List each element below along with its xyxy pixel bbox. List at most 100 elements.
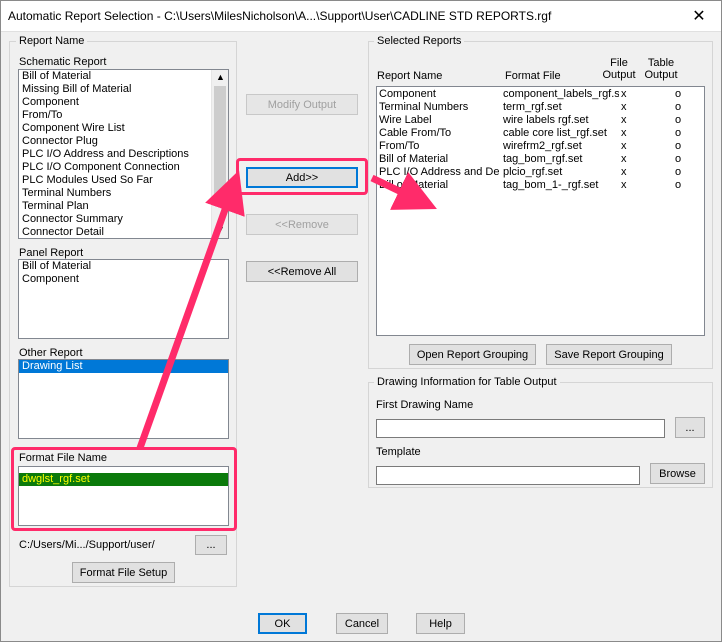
- panel-report-label: Panel Report: [19, 247, 84, 259]
- cell-file: cable core list_rgf.set: [503, 127, 607, 139]
- schematic-report-list[interactable]: Bill of Material Missing Bill of Material…: [18, 69, 229, 239]
- remove-button[interactable]: <<Remove: [246, 214, 358, 235]
- cell-to: o: [675, 140, 682, 152]
- selected-reports-group-label: Selected Reports: [374, 35, 465, 47]
- schematic-scrollbar[interactable]: ▲ ▼: [211, 70, 228, 238]
- cell-name: Bill of Material: [379, 153, 449, 165]
- header-table-output: Table Output: [640, 57, 682, 81]
- modify-output-button[interactable]: Modify Output: [246, 94, 358, 115]
- drawing-info-group-label: Drawing Information for Table Output: [374, 376, 560, 388]
- cell-fo: x: [621, 114, 627, 126]
- title-bar: Automatic Report Selection - C:\Users\Mi…: [0, 0, 722, 32]
- cell-fo: x: [621, 179, 627, 191]
- cell-name: From/To: [379, 140, 420, 152]
- ok-button[interactable]: OK: [258, 613, 307, 634]
- panel-report-list[interactable]: Bill of Material Component: [18, 259, 229, 339]
- list-item[interactable]: PLC Modules Used So Far: [19, 174, 211, 187]
- table-row[interactable]: Bill of Material tag_bom_1-_rgf.set x o: [377, 179, 704, 192]
- list-item[interactable]: Terminal Numbers: [19, 187, 211, 200]
- cell-fo: x: [621, 153, 627, 165]
- scroll-down-icon[interactable]: ▼: [216, 224, 225, 234]
- cell-to: o: [675, 114, 682, 126]
- other-report-items: Drawing List: [19, 360, 228, 373]
- list-item[interactable]: PLC I/O Component Connection: [19, 161, 211, 174]
- header-table-output-line1: Table: [647, 57, 675, 69]
- cell-fo: x: [621, 88, 627, 100]
- list-item[interactable]: Terminal Plan: [19, 200, 211, 213]
- first-drawing-label: First Drawing Name: [376, 399, 474, 411]
- scroll-up-icon[interactable]: ▲: [216, 72, 225, 82]
- open-report-grouping-button[interactable]: Open Report Grouping: [409, 344, 536, 365]
- remove-all-button[interactable]: <<Remove All: [246, 261, 358, 282]
- table-row[interactable]: Bill of Material tag_bom_rgf.set x o: [377, 153, 704, 166]
- other-report-list[interactable]: Drawing List: [18, 359, 229, 439]
- cell-to: o: [675, 88, 682, 100]
- window-title: Automatic Report Selection - C:\Users\Mi…: [8, 9, 552, 23]
- table-row[interactable]: Cable From/To cable core list_rgf.set x o: [377, 127, 704, 140]
- cell-name: Wire Label: [379, 114, 432, 126]
- table-row[interactable]: From/To wirefrm2_rgf.set x o: [377, 140, 704, 153]
- list-item[interactable]: Drawing List: [19, 360, 228, 373]
- selected-reports-list[interactable]: Component component_labels_rgf.s x o Termina…: [376, 86, 705, 336]
- cell-to: o: [675, 127, 682, 139]
- cell-file: wirefrm2_rgf.set: [503, 140, 582, 152]
- list-item[interactable]: PLC I/O Address and Descriptions: [19, 148, 211, 161]
- list-item[interactable]: Bill of Material: [19, 70, 211, 83]
- cell-fo: x: [621, 166, 627, 178]
- cell-name: Bill of Material: [379, 179, 449, 191]
- list-item[interactable]: Connector Plug: [19, 135, 211, 148]
- cell-file: wire labels rgf.set: [503, 114, 589, 126]
- header-table-output-line2: Output: [644, 69, 678, 81]
- cell-name: Cable From/To: [379, 127, 452, 139]
- cell-to: o: [675, 166, 682, 178]
- cell-to: o: [675, 179, 682, 191]
- cell-file: tag_bom_rgf.set: [503, 153, 583, 165]
- panel-report-items: Bill of Material Component: [19, 260, 228, 286]
- schematic-report-items: Bill of Material Missing Bill of Material…: [19, 70, 211, 238]
- cancel-button[interactable]: Cancel: [336, 613, 388, 634]
- list-item[interactable]: Component Wire List: [19, 122, 211, 135]
- table-row[interactable]: Wire Label wire labels rgf.set x o: [377, 114, 704, 127]
- table-row[interactable]: PLC I/O Address and De plcio_rgf.set x o: [377, 166, 704, 179]
- cell-name: Component: [379, 88, 436, 100]
- header-file-output: File Output: [600, 57, 638, 81]
- save-report-grouping-button[interactable]: Save Report Grouping: [546, 344, 672, 365]
- first-drawing-input[interactable]: [376, 419, 665, 438]
- list-item[interactable]: Bill of Material: [19, 260, 228, 273]
- list-item[interactable]: Component: [19, 96, 211, 109]
- cell-name: PLC I/O Address and De: [379, 166, 500, 178]
- template-input[interactable]: [376, 466, 640, 485]
- header-file-output-line2: Output: [602, 69, 636, 81]
- cell-to: o: [675, 101, 682, 113]
- list-item[interactable]: Missing Bill of Material: [19, 83, 211, 96]
- table-row[interactable]: Component component_labels_rgf.s x o: [377, 88, 704, 101]
- list-item[interactable]: Connector Detail: [19, 226, 211, 238]
- list-item[interactable]: From/To: [19, 109, 211, 122]
- annotation-format-box: [11, 447, 237, 531]
- selected-reports-rows: Component component_labels_rgf.s x o Termina…: [377, 88, 704, 192]
- scroll-thumb[interactable]: [214, 86, 226, 196]
- template-browse-button[interactable]: Browse: [650, 463, 705, 484]
- first-drawing-browse-button[interactable]: ...: [675, 417, 705, 438]
- schematic-report-label: Schematic Report: [19, 56, 107, 68]
- list-item[interactable]: Connector Summary: [19, 213, 211, 226]
- cell-fo: x: [621, 140, 627, 152]
- cell-file: plcio_rgf.set: [503, 166, 563, 178]
- cell-file: term_rgf.set: [503, 101, 562, 113]
- list-item[interactable]: Component: [19, 273, 228, 286]
- cell-fo: x: [621, 127, 627, 139]
- cell-fo: x: [621, 101, 627, 113]
- cell-to: o: [675, 153, 682, 165]
- format-path-browse-button[interactable]: ...: [195, 535, 227, 555]
- format-file-setup-button[interactable]: Format File Setup: [72, 562, 175, 583]
- cell-file: tag_bom_1-_rgf.set: [503, 179, 599, 191]
- other-report-label: Other Report: [19, 347, 83, 359]
- report-name-group-label: Report Name: [16, 35, 88, 47]
- cell-file: component_labels_rgf.s: [503, 88, 619, 100]
- format-path-label: C:/Users/Mi.../Support/user/: [19, 539, 155, 551]
- help-button[interactable]: Help: [416, 613, 465, 634]
- table-row[interactable]: Terminal Numbers term_rgf.set x o: [377, 101, 704, 114]
- header-format-file: Format File: [505, 70, 561, 82]
- template-label: Template: [376, 446, 421, 458]
- close-button[interactable]: ✕: [676, 0, 722, 32]
